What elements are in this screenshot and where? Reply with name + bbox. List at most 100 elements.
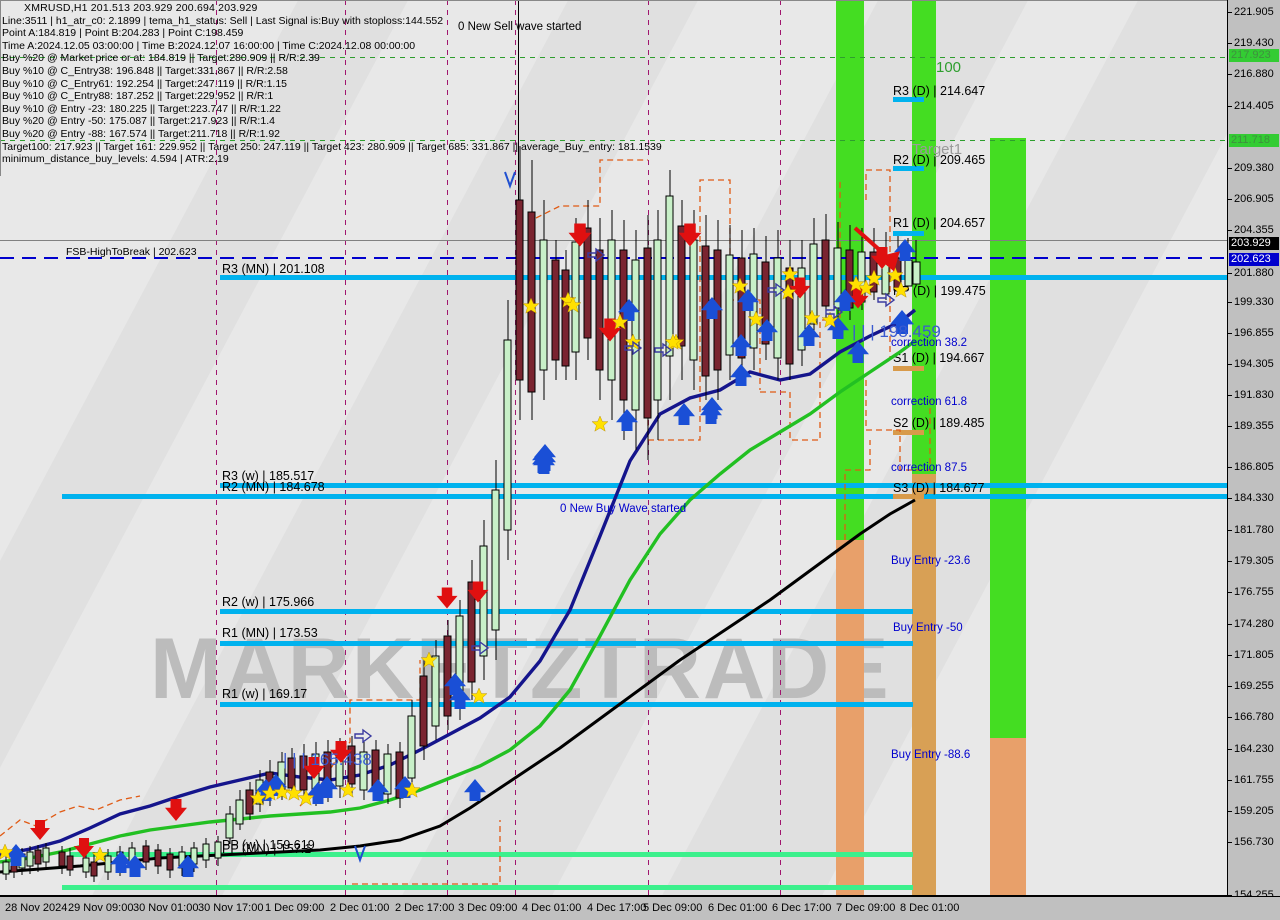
price-tick-mark xyxy=(1228,592,1232,593)
price-tick-label: 209.380 xyxy=(1234,162,1274,174)
level-line-s2-d xyxy=(893,430,924,435)
price-tick-mark xyxy=(1228,12,1232,13)
price-tick-label: 179.305 xyxy=(1234,555,1274,567)
time-tick-label: 5 Dec 09:00 xyxy=(643,902,703,914)
price-tick-mark xyxy=(1228,530,1232,531)
level-label-s1-d[interactable]: S1 (D) | 194.667 xyxy=(893,351,985,365)
price-tick-label: 176.755 xyxy=(1234,586,1274,598)
annotation-point-165438: | | | 165.438 xyxy=(283,750,372,769)
price-tick-label: 174.280 xyxy=(1234,618,1274,630)
level-label-s2-d[interactable]: S2 (D) | 189.485 xyxy=(893,416,985,430)
price-tick-mark xyxy=(1228,395,1232,396)
level-label-r1-d[interactable]: R1 (D) | 204.657 xyxy=(893,216,985,230)
info-line: minimum_distance_buy_levels: 4.594 | ATR… xyxy=(2,153,229,166)
level-label-fsb-hightobreak[interactable]: FSB-HighToBreak | 202.623 xyxy=(66,246,197,258)
price-tick-mark xyxy=(1228,426,1232,427)
price-axis[interactable]: 221.905 219.430 216.880 214.405 209.380 206.9… xyxy=(1228,0,1280,901)
info-line: Buy %20 @ Market price or at: 184.819 ||… xyxy=(2,52,320,65)
price-tick-label: 219.430 xyxy=(1234,37,1274,49)
price-tick-mark xyxy=(1228,364,1232,365)
price-label-target-211718: 211.718 xyxy=(1229,134,1279,147)
session-separator xyxy=(780,0,781,896)
price-tick-label: 166.780 xyxy=(1234,711,1274,723)
level-label-r2-mn[interactable]: R2 (MN) | 184.678 xyxy=(222,480,325,494)
price-tick-mark xyxy=(1228,74,1232,75)
level-label-r3-d[interactable]: R3 (D) | 214.647 xyxy=(893,84,985,98)
price-tick-mark xyxy=(1228,168,1232,169)
info-line: Buy %10 @ C_Entry38: 196.848 || Target:3… xyxy=(2,64,288,77)
time-tick-label: 6 Dec 17:00 xyxy=(772,902,832,914)
price-label-target-217923: 217.923 xyxy=(1229,49,1279,62)
time-tick-label: 6 Dec 01:00 xyxy=(708,902,768,914)
annotation-correction-61: correction 61.8 xyxy=(891,396,968,408)
price-tick-mark xyxy=(1228,686,1232,687)
price-tick-mark xyxy=(1228,106,1232,107)
annotation-correction-87: correction 87.5 xyxy=(891,462,968,474)
level-line-s1-d xyxy=(893,366,924,371)
session-band-green xyxy=(990,138,1026,738)
price-tick-label: 186.805 xyxy=(1234,461,1274,473)
time-tick-label: 29 Nov 09:00 xyxy=(68,902,134,914)
price-tick-label: 199.330 xyxy=(1234,296,1274,308)
price-tick-mark xyxy=(1228,561,1232,562)
price-tick-label: 181.780 xyxy=(1234,524,1274,536)
price-tick-mark xyxy=(1228,655,1232,656)
price-tick-label: 191.830 xyxy=(1234,389,1274,401)
level-label-r1-w[interactable]: R1 (w) | 169.17 xyxy=(222,687,307,701)
price-tick-mark xyxy=(1228,624,1232,625)
price-tick-mark xyxy=(1228,811,1232,812)
price-tick-label: 204.355 xyxy=(1234,224,1274,236)
level-line-r2-mn xyxy=(62,494,1228,499)
info-line: Buy %10 @ C_Entry88: 187.252 || Target:2… xyxy=(2,90,274,103)
price-tick-label: 216.880 xyxy=(1234,68,1274,80)
level-label-s3-d[interactable]: S3 (D) | 184.677 xyxy=(893,481,985,495)
time-tick-label: 2 Dec 17:00 xyxy=(395,902,455,914)
info-line: Buy %10 @ C_Entry61: 192.254 || Target:2… xyxy=(2,77,288,90)
session-band-green xyxy=(912,0,936,540)
time-tick-label: 4 Dec 01:00 xyxy=(522,902,582,914)
time-tick-label: 4 Dec 17:00 xyxy=(587,902,647,914)
time-tick-label: 30 Nov 17:00 xyxy=(198,902,264,914)
price-label-last-price: 203.929 xyxy=(1229,237,1279,250)
price-tick-mark xyxy=(1228,467,1232,468)
price-tick-label: 189.355 xyxy=(1234,420,1274,432)
annotation-new-buy-wave: 0 New Buy Wave started xyxy=(560,503,687,515)
time-axis[interactable]: 28 Nov 2024 29 Nov 09:00 30 Nov 01:00 30 No… xyxy=(0,896,1280,920)
price-tick-mark xyxy=(1228,780,1232,781)
level-line-r1-d xyxy=(893,231,924,236)
symbol-ohlc-line: XMRUSD,H1 201.513 203.929 200.694 203.92… xyxy=(24,2,258,14)
price-tick-mark xyxy=(1228,749,1232,750)
price-label-fsb-price: 202.623 xyxy=(1229,253,1279,266)
chart-plot-area[interactable]: MARKETZTRADE FSB-HighToBreak | 202.623 R3… xyxy=(0,0,1228,896)
price-tick-label: 221.905 xyxy=(1234,6,1274,18)
price-tick-mark xyxy=(1228,43,1232,44)
info-line: Point A:184.819 | Point B:204.283 | Poin… xyxy=(2,27,244,40)
session-band-orange xyxy=(836,540,864,896)
level-label-pp-d[interactable]: PP (D) | 199.475 xyxy=(893,284,986,298)
point-b-line xyxy=(0,240,1228,241)
level-label-r2-w[interactable]: R2 (w) | 175.966 xyxy=(222,595,314,609)
info-line: Target100: 217.923 || Target 161: 229.95… xyxy=(2,140,662,153)
annotation-buy-entry-886: Buy Entry -88.6 xyxy=(891,749,971,761)
price-tick-mark xyxy=(1228,199,1232,200)
level-label-r1-mn[interactable]: R1 (MN) | 173.53 xyxy=(222,626,318,640)
level-line-r3-w xyxy=(220,483,1228,488)
time-tick-label: 30 Nov 01:00 xyxy=(133,902,199,914)
level-label-r3-mn[interactable]: R3 (MN) | 201.108 xyxy=(222,262,325,276)
level-line-r2-w xyxy=(220,609,913,614)
price-tick-mark xyxy=(1228,273,1232,274)
time-tick-label: 3 Dec 09:00 xyxy=(458,902,518,914)
session-band-orange xyxy=(912,474,936,896)
price-tick-label: 161.755 xyxy=(1234,774,1274,786)
level-label-pp-mn[interactable]: PP (MN) | 157.1 xyxy=(222,842,311,856)
annotation-target1: Target1 xyxy=(912,141,963,158)
mt4-chart-window: MARKETZTRADE FSB-HighToBreak | 202.623 R3… xyxy=(0,0,1280,920)
info-line: Buy %10 @ Entry -23: 180.225 || Target:2… xyxy=(2,102,281,115)
price-tick-mark xyxy=(1228,302,1232,303)
level-line-r3-mn xyxy=(220,275,1228,280)
level-line-pp-w xyxy=(70,852,913,857)
price-tick-label: 201.880 xyxy=(1234,267,1274,279)
price-tick-mark xyxy=(1228,717,1232,718)
price-tick-label: 159.205 xyxy=(1234,805,1274,817)
level-line-pp-mn xyxy=(62,885,913,890)
